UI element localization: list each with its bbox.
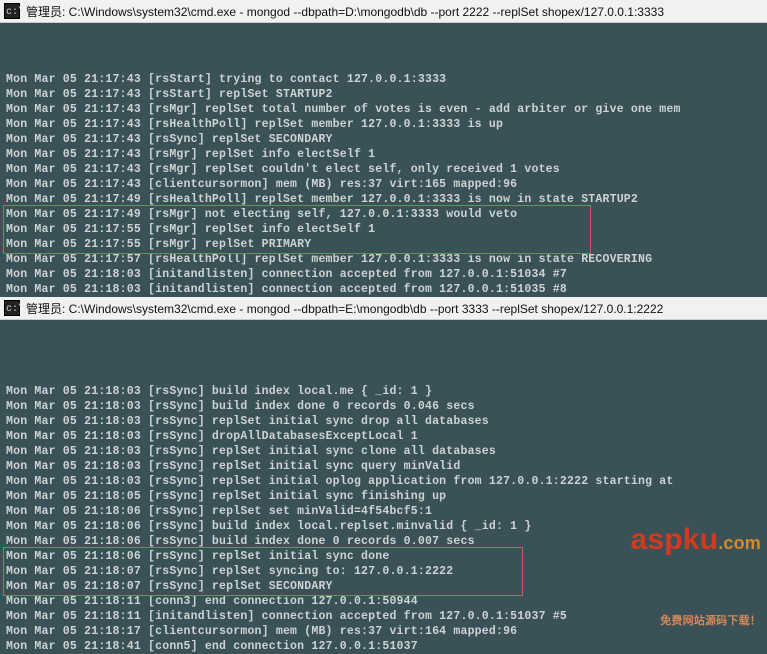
log-line: Mon Mar 05 21:17:43 [rsHealthPoll] replS… (6, 117, 761, 132)
log-line: Mon Mar 05 21:17:43 [rsSync] replSet SEC… (6, 132, 761, 147)
log-line: Mon Mar 05 21:17:43 [rsStart] trying to … (6, 72, 761, 87)
log-line: Mon Mar 05 21:18:06 [rsSync] replSet ini… (6, 549, 761, 564)
console-window-1: c:\ 管理员: C:\Windows\system32\cmd.exe - m… (0, 0, 767, 297)
console-window-2: c:\ 管理员: C:\Windows\system32\cmd.exe - m… (0, 297, 767, 654)
log-line: Mon Mar 05 21:18:06 [rsSync] replSet set… (6, 504, 761, 519)
log-line: Mon Mar 05 21:18:11 [conn3] end connecti… (6, 594, 761, 609)
log-line: Mon Mar 05 21:17:43 [rsMgr] replSet info… (6, 147, 761, 162)
terminal-output-2[interactable]: Mon Mar 05 21:18:03 [rsSync] build index… (0, 320, 767, 654)
cmd-icon: c:\ (4, 3, 20, 19)
log-line: Mon Mar 05 21:18:03 [initandlisten] conn… (6, 267, 761, 282)
cmd-icon: c:\ (4, 300, 20, 316)
log-line: Mon Mar 05 21:18:06 [rsSync] build index… (6, 519, 761, 534)
titlebar-text-1: 管理员: C:\Windows\system32\cmd.exe - mongo… (26, 3, 664, 20)
log-line: Mon Mar 05 21:18:05 [rsSync] replSet ini… (6, 489, 761, 504)
log-line: Mon Mar 05 21:17:43 [rsMgr] replSet tota… (6, 102, 761, 117)
svg-text:c:\: c:\ (6, 6, 20, 18)
log-line: Mon Mar 05 21:18:03 [rsSync] replSet ini… (6, 414, 761, 429)
log-line: Mon Mar 05 21:17:49 [rsMgr] not electing… (6, 207, 761, 222)
log-line: Mon Mar 05 21:18:06 [rsSync] build index… (6, 534, 761, 549)
log-line: Mon Mar 05 21:17:43 [rsMgr] replSet coul… (6, 162, 761, 177)
titlebar-2[interactable]: c:\ 管理员: C:\Windows\system32\cmd.exe - m… (0, 297, 767, 320)
log-line: Mon Mar 05 21:17:57 [rsHealthPoll] replS… (6, 252, 761, 267)
log-line: Mon Mar 05 21:18:03 [rsSync] build index… (6, 399, 761, 414)
log-line: Mon Mar 05 21:18:07 [rsSync] replSet SEC… (6, 579, 761, 594)
svg-text:c:\: c:\ (6, 303, 20, 315)
log-line: Mon Mar 05 21:17:43 [clientcursormon] me… (6, 177, 761, 192)
log-line: Mon Mar 05 21:18:11 [initandlisten] conn… (6, 609, 761, 624)
log-line: Mon Mar 05 21:17:55 [rsMgr] replSet PRIM… (6, 237, 761, 252)
log-line: Mon Mar 05 21:17:49 [rsHealthPoll] replS… (6, 192, 761, 207)
log-line: Mon Mar 05 21:17:55 [rsMgr] replSet info… (6, 222, 761, 237)
log-line: Mon Mar 05 21:18:03 [rsSync] dropAllData… (6, 429, 761, 444)
log-line: Mon Mar 05 21:18:03 [rsSync] replSet ini… (6, 444, 761, 459)
log-line: Mon Mar 05 21:17:43 [rsStart] replSet ST… (6, 87, 761, 102)
log-line: Mon Mar 05 21:18:03 [rsSync] replSet ini… (6, 474, 761, 489)
terminal-output-1[interactable]: Mon Mar 05 21:17:43 [rsStart] trying to … (0, 23, 767, 297)
log-line: Mon Mar 05 21:18:03 [initandlisten] conn… (6, 282, 761, 297)
log-line: Mon Mar 05 21:18:41 [conn5] end connecti… (6, 639, 761, 654)
log-line: Mon Mar 05 21:18:03 [rsSync] build index… (6, 384, 761, 399)
titlebar-1[interactable]: c:\ 管理员: C:\Windows\system32\cmd.exe - m… (0, 0, 767, 23)
log-line: Mon Mar 05 21:18:17 [clientcursormon] me… (6, 624, 761, 639)
log-line: Mon Mar 05 21:18:07 [rsSync] replSet syn… (6, 564, 761, 579)
log-line: Mon Mar 05 21:18:03 [rsSync] replSet ini… (6, 459, 761, 474)
titlebar-text-2: 管理员: C:\Windows\system32\cmd.exe - mongo… (26, 300, 663, 317)
